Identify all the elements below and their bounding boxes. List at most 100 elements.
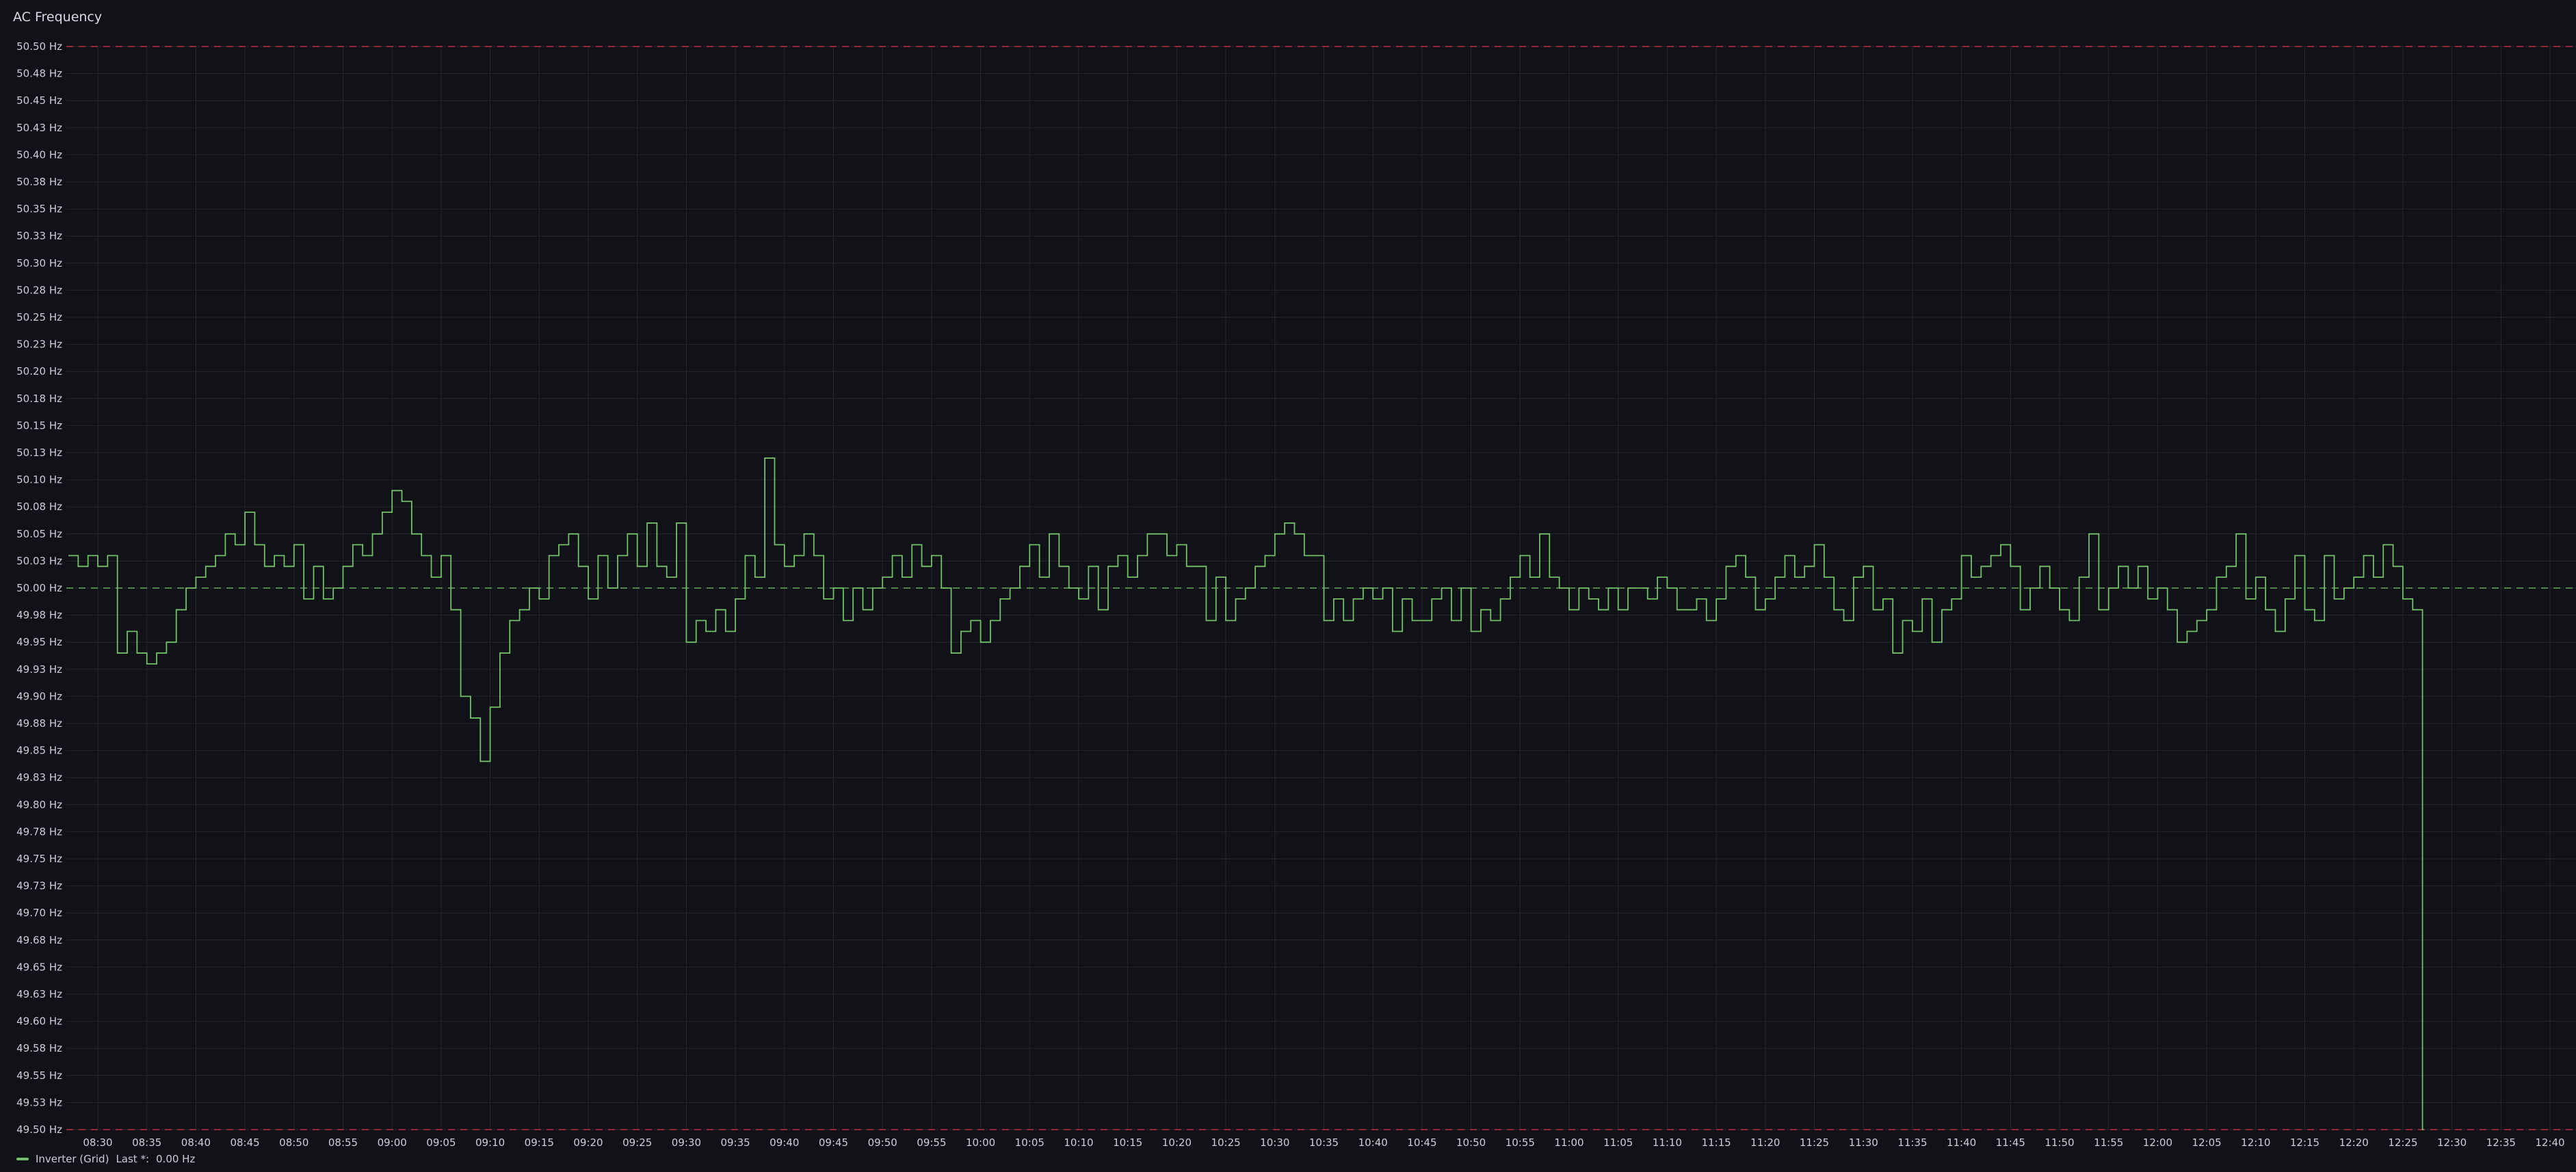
x-tick-label: 11:20 (1750, 1136, 1780, 1149)
y-tick-label: 49.68 Hz (16, 934, 62, 946)
y-tick-label: 50.50 Hz (16, 40, 62, 53)
y-tick-label: 49.85 Hz (16, 745, 62, 757)
x-tick-label: 12:40 (2535, 1136, 2564, 1149)
x-tick-label: 09:00 (378, 1136, 407, 1149)
series-line (68, 457, 2424, 1130)
x-tick-label: 10:30 (1260, 1136, 1289, 1149)
y-tick-label: 49.70 Hz (16, 907, 62, 919)
y-tick-label: 49.53 Hz (16, 1096, 62, 1108)
x-tick-label: 09:30 (672, 1136, 701, 1149)
x-tick-label: 10:25 (1211, 1136, 1240, 1149)
y-tick-label: 50.35 Hz (16, 203, 62, 215)
y-tick-label: 49.58 Hz (16, 1042, 62, 1054)
y-tick-label: 50.25 Hz (16, 311, 62, 323)
y-tick-label: 49.95 Hz (16, 636, 62, 648)
y-tick-label: 49.83 Hz (16, 771, 62, 784)
y-tick-label: 49.88 Hz (16, 717, 62, 730)
x-tick-label: 10:55 (1506, 1136, 1535, 1149)
x-tick-label: 11:25 (1800, 1136, 1829, 1149)
legend[interactable]: Inverter (Grid) Last *: 0.00 Hz (16, 1153, 195, 1165)
x-tick-label: 10:50 (1456, 1136, 1486, 1149)
x-tick-label: 11:15 (1701, 1136, 1731, 1149)
x-tick-label: 12:20 (2339, 1136, 2369, 1149)
y-tick-label: 50.48 Hz (16, 68, 62, 80)
y-tick-label: 50.13 Hz (16, 447, 62, 459)
y-tick-label: 50.23 Hz (16, 338, 62, 351)
y-tick-label: 49.93 Hz (16, 663, 62, 676)
x-tick-label: 12:30 (2437, 1136, 2467, 1149)
y-tick-label: 50.38 Hz (16, 176, 62, 188)
y-tick-label: 49.98 Hz (16, 609, 62, 622)
y-tick-label: 49.65 Hz (16, 961, 62, 973)
x-tick-label: 11:30 (1849, 1136, 1878, 1149)
x-tick-label: 10:45 (1407, 1136, 1436, 1149)
y-tick-label: 50.43 Hz (16, 122, 62, 134)
x-tick-label: 12:15 (2290, 1136, 2319, 1149)
y-tick-label: 49.90 Hz (16, 690, 62, 702)
legend-series-name: Inverter (Grid) (36, 1153, 109, 1165)
y-tick-label: 50.33 Hz (16, 230, 62, 242)
x-tick-label: 08:50 (279, 1136, 308, 1149)
x-tick-label: 12:10 (2241, 1136, 2270, 1149)
x-tick-label: 08:30 (83, 1136, 112, 1149)
y-tick-label: 49.50 Hz (16, 1123, 62, 1136)
x-tick-label: 09:50 (868, 1136, 897, 1149)
legend-swatch (16, 1158, 29, 1160)
x-tick-label: 09:45 (819, 1136, 848, 1149)
y-tick-label: 50.00 Hz (16, 582, 62, 594)
x-tick-label: 09:15 (525, 1136, 554, 1149)
x-tick-label: 11:10 (1653, 1136, 1682, 1149)
x-tick-label: 12:00 (2143, 1136, 2172, 1149)
x-tick-label: 09:20 (573, 1136, 603, 1149)
x-tick-label: 11:55 (2094, 1136, 2123, 1149)
x-tick-label: 12:35 (2486, 1136, 2516, 1149)
x-tick-label: 08:40 (181, 1136, 211, 1149)
y-tick-label: 50.40 Hz (16, 148, 62, 161)
y-tick-label: 49.63 Hz (16, 988, 62, 1000)
x-tick-label: 11:05 (1603, 1136, 1633, 1149)
legend-stat-label: Last *: (116, 1153, 150, 1165)
x-tick-label: 11:00 (1554, 1136, 1583, 1149)
y-tick-label: 50.45 Hz (16, 94, 62, 107)
x-tick-label: 10:20 (1162, 1136, 1192, 1149)
x-tick-label: 10:00 (966, 1136, 995, 1149)
x-tick-label: 09:55 (917, 1136, 946, 1149)
y-tick-label: 50.08 Hz (16, 501, 62, 513)
x-tick-label: 12:05 (2192, 1136, 2221, 1149)
y-tick-label: 49.73 Hz (16, 880, 62, 892)
y-tick-label: 49.78 Hz (16, 825, 62, 838)
chart-panel: AC Frequency 50.50 Hz 50.48 Hz 50.45 Hz 50.… (0, 0, 2576, 1172)
x-tick-label: 09:10 (475, 1136, 505, 1149)
y-tick-label: 50.18 Hz (16, 392, 62, 405)
y-tick-label: 50.20 Hz (16, 365, 62, 377)
x-tick-label: 09:25 (622, 1136, 652, 1149)
x-tick-label: 09:05 (426, 1136, 456, 1149)
y-tick-label: 49.60 Hz (16, 1015, 62, 1028)
legend-stat-value: 0.00 Hz (156, 1153, 196, 1165)
x-tick-label: 08:45 (230, 1136, 259, 1149)
x-tick-label: 09:35 (720, 1136, 750, 1149)
x-tick-label: 11:40 (1947, 1136, 1976, 1149)
y-tick-label: 49.75 Hz (16, 853, 62, 865)
x-tick-label: 09:40 (770, 1136, 799, 1149)
y-tick-label: 50.28 Hz (16, 284, 62, 296)
y-tick-label: 50.05 Hz (16, 528, 62, 540)
y-tick-label: 49.55 Hz (16, 1069, 62, 1082)
x-tick-label: 10:10 (1064, 1136, 1093, 1149)
x-tick-label: 10:40 (1358, 1136, 1388, 1149)
x-tick-label: 11:50 (2045, 1136, 2074, 1149)
plot-area[interactable]: 50.50 Hz 50.48 Hz 50.45 Hz 50.43 Hz 50.40 Hz… (0, 0, 2576, 1172)
x-tick-label: 08:55 (328, 1136, 358, 1149)
y-tick-label: 50.15 Hz (16, 419, 62, 431)
y-tick-label: 50.03 Hz (16, 555, 62, 567)
x-tick-label: 08:35 (132, 1136, 161, 1149)
x-tick-label: 11:45 (1996, 1136, 2025, 1149)
y-tick-label: 50.10 Hz (16, 474, 62, 486)
y-tick-label: 50.30 Hz (16, 257, 62, 269)
y-tick-label: 49.80 Hz (16, 799, 62, 811)
x-tick-label: 12:25 (2388, 1136, 2417, 1149)
x-tick-label: 10:35 (1309, 1136, 1339, 1149)
x-tick-label: 10:15 (1113, 1136, 1142, 1149)
x-tick-label: 11:35 (1897, 1136, 1927, 1149)
x-tick-label: 10:05 (1015, 1136, 1044, 1149)
